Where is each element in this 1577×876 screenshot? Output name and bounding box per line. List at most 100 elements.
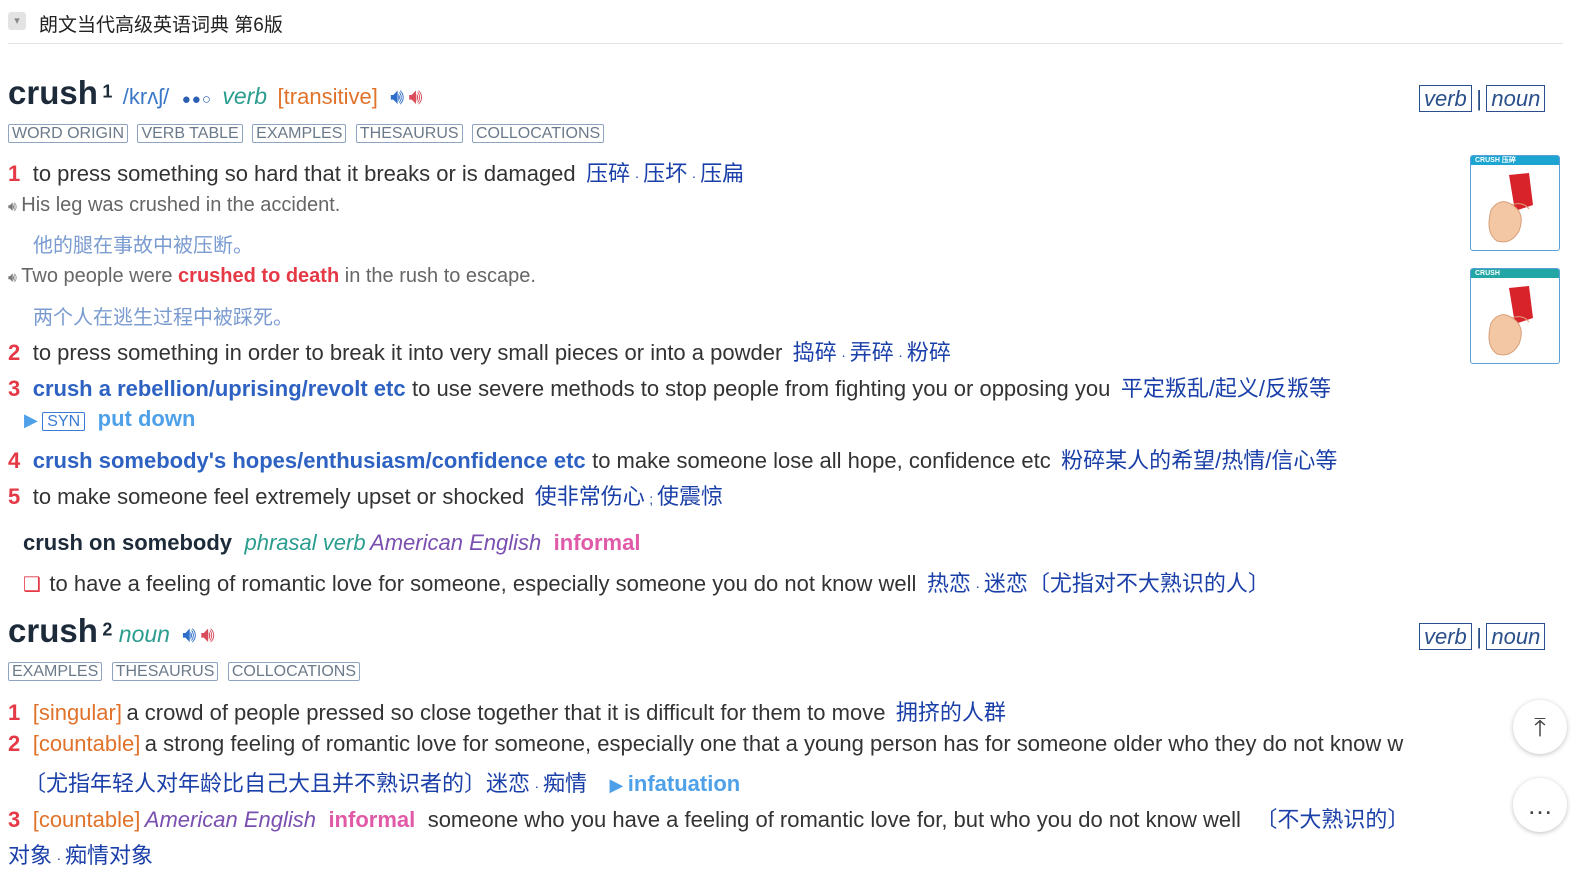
sense-4: 4 crush somebody's hopes/enthusiasm/conf…	[8, 443, 1337, 475]
translation: 捣碎	[792, 340, 837, 365]
example-text-post: in the rush to escape.	[339, 265, 536, 287]
translation: 拥挤的人群	[895, 700, 1006, 725]
arrow-up-to-top-icon: ⤒	[1534, 712, 1546, 742]
sense-number: 1	[8, 161, 21, 186]
tag-verb-table[interactable]: VERB TABLE	[137, 124, 243, 143]
sense-number: 5	[8, 484, 21, 509]
sense-number: 2	[8, 731, 21, 756]
translation: 使非常伤心	[534, 484, 645, 509]
definition: to make someone feel extremely upset or …	[32, 484, 525, 509]
translation: 使震惊	[657, 484, 724, 509]
synonym-link[interactable]: put down	[98, 406, 196, 431]
noun-sense-2-translation: 〔尤指年轻人对年龄比自己大且并不熟识者的〕迷恋 · 痴情 ▶ infatuati…	[24, 766, 740, 798]
translation: 痴情对象	[65, 843, 154, 868]
dot-separator: ·	[634, 168, 644, 184]
tag-collocations[interactable]: COLLOCATIONS	[227, 662, 361, 681]
example-2: 🔊︎ Two people were crushed to death in t…	[8, 265, 536, 288]
entry1-tabs: WORD ORIGIN VERB TABLE EXAMPLES THESAURU…	[8, 122, 605, 146]
speaker-british-icon[interactable]: 🔊︎	[182, 622, 196, 647]
back-to-top-button[interactable]: ⤒	[1513, 700, 1567, 754]
illustration-crush-1[interactable]: CRUSH 压碎	[1470, 155, 1560, 251]
dot-separator: ;	[649, 491, 657, 507]
speaker-icon[interactable]: 🔊︎	[8, 269, 17, 285]
translation: 迷恋〔尤指对不大熟识的人〕	[983, 571, 1270, 596]
sense-3: 3 crush a rebellion/uprising/revolt etc …	[8, 371, 1331, 403]
grammar-label: [transitive]	[277, 84, 378, 109]
speaker-american-icon[interactable]: 🔊︎	[409, 84, 423, 109]
noun-sense-1: 1 [singular] a crowd of people pressed s…	[8, 695, 1006, 727]
example-1-translation: 他的腿在事故中被压断。	[33, 229, 253, 258]
homograph-number: 2	[102, 619, 113, 640]
dot-separator: ·	[898, 347, 907, 363]
translation: 弄碎	[849, 340, 894, 365]
example-text-pre: Two people were	[21, 265, 179, 287]
tag-collocations[interactable]: COLLOCATIONS	[472, 124, 605, 143]
crushed-can-icon	[1488, 173, 1533, 243]
top-bar: ▾ 朗文当代高级英语词典 第6版	[0, 0, 1577, 44]
part-of-speech: noun	[118, 621, 170, 647]
syn-badge: SYN	[42, 412, 86, 431]
grammar-label: [countable]	[32, 731, 141, 756]
tag-examples[interactable]: EXAMPLES	[252, 124, 347, 143]
dictionary-title: 朗文当代高级英语词典 第6版	[39, 15, 283, 36]
translation: 〔尤指年轻人对年龄比自己大且并不熟识者的〕迷恋	[24, 771, 531, 796]
pipe-separator: |	[1476, 86, 1482, 111]
arrow-icon: ▶	[24, 410, 38, 430]
pronunciation: /krʌʃ/	[122, 84, 170, 109]
chat-bubble-icon: …	[1527, 790, 1553, 820]
example-2-translation: 两个人在逃生过程中被踩死。	[33, 301, 293, 330]
noun-link[interactable]: noun	[1486, 85, 1546, 112]
phrasal-verb-header: crush on somebody phrasal verb American …	[23, 530, 640, 556]
tag-examples[interactable]: EXAMPLES	[8, 662, 103, 681]
part-of-speech: verb	[222, 83, 268, 109]
dot-separator: ·	[56, 850, 66, 866]
cross-reference-link[interactable]: infatuation	[628, 771, 740, 796]
definition: to use severe methods to stop people fro…	[412, 376, 1111, 401]
illustration-crush-2[interactable]: CRUSH	[1470, 268, 1560, 364]
sense-number: 1	[8, 700, 21, 725]
comment-button[interactable]: …	[1513, 778, 1567, 832]
dot-separator: ·	[534, 778, 544, 794]
register-label: informal	[553, 530, 641, 555]
synonym-row: ▶ SYN put down	[24, 406, 195, 432]
sense-number: 4	[8, 448, 21, 473]
phrasal-verb-head: crush on somebody	[23, 530, 233, 555]
speaker-icon[interactable]: 🔊︎	[8, 198, 17, 214]
noun-sense-3-translation: 对象 · 痴情对象	[8, 838, 153, 870]
sense-5: 5 to make someone feel extremely upset o…	[8, 479, 723, 511]
grammar-label: [singular]	[32, 700, 122, 725]
speaker-american-icon[interactable]: 🔊︎	[201, 622, 215, 647]
speaker-british-icon[interactable]: 🔊︎	[390, 84, 404, 109]
tag-thesaurus[interactable]: THESAURUS	[111, 662, 219, 681]
collocation-highlight: crushed to death	[178, 265, 340, 287]
region-label: American English	[144, 807, 316, 832]
verb-link[interactable]: verb	[1419, 85, 1472, 112]
pos-switch: verb | noun	[1419, 623, 1546, 650]
chevron-down-icon[interactable]: ▾	[8, 12, 26, 30]
dot-separator: ·	[841, 347, 850, 363]
translation: 热恋	[926, 571, 971, 596]
image-caption: CRUSH 压碎	[1471, 156, 1559, 165]
dot-separator: ·	[691, 168, 701, 184]
headword: crush	[8, 74, 98, 111]
definition: a strong feeling of romantic love for so…	[144, 731, 1404, 756]
example-translation: 他的腿在事故中被压断。	[33, 235, 253, 257]
entry1-header: crush 1 /krʌʃ/ ●●○ verb [transitive] 🔊︎ …	[8, 74, 422, 112]
definition: to press something in order to break it …	[32, 340, 783, 365]
sense-number: 3	[8, 807, 21, 832]
entry2-tabs: EXAMPLES THESAURUS COLLOCATIONS	[8, 660, 361, 684]
pos-switch: verb | noun	[1419, 85, 1546, 112]
translation: 粉碎	[906, 340, 951, 365]
divider	[8, 43, 1563, 44]
grammar-label: [countable]	[32, 807, 141, 832]
noun-link[interactable]: noun	[1486, 623, 1546, 650]
verb-link[interactable]: verb	[1419, 623, 1472, 650]
lexical-unit: crush somebody's hopes/enthusiasm/confid…	[32, 448, 586, 473]
translation: 平定叛乱/起义/反叛等	[1120, 376, 1332, 401]
tag-word-origin[interactable]: WORD ORIGIN	[8, 124, 128, 143]
register-label: informal	[328, 807, 416, 832]
tag-thesaurus[interactable]: THESAURUS	[355, 124, 463, 143]
lexical-unit: crush a rebellion/uprising/revolt etc	[32, 376, 406, 401]
translation: 痴情	[543, 771, 588, 796]
phrasal-verb-sense: ❑ to have a feeling of romantic love for…	[23, 566, 1270, 598]
